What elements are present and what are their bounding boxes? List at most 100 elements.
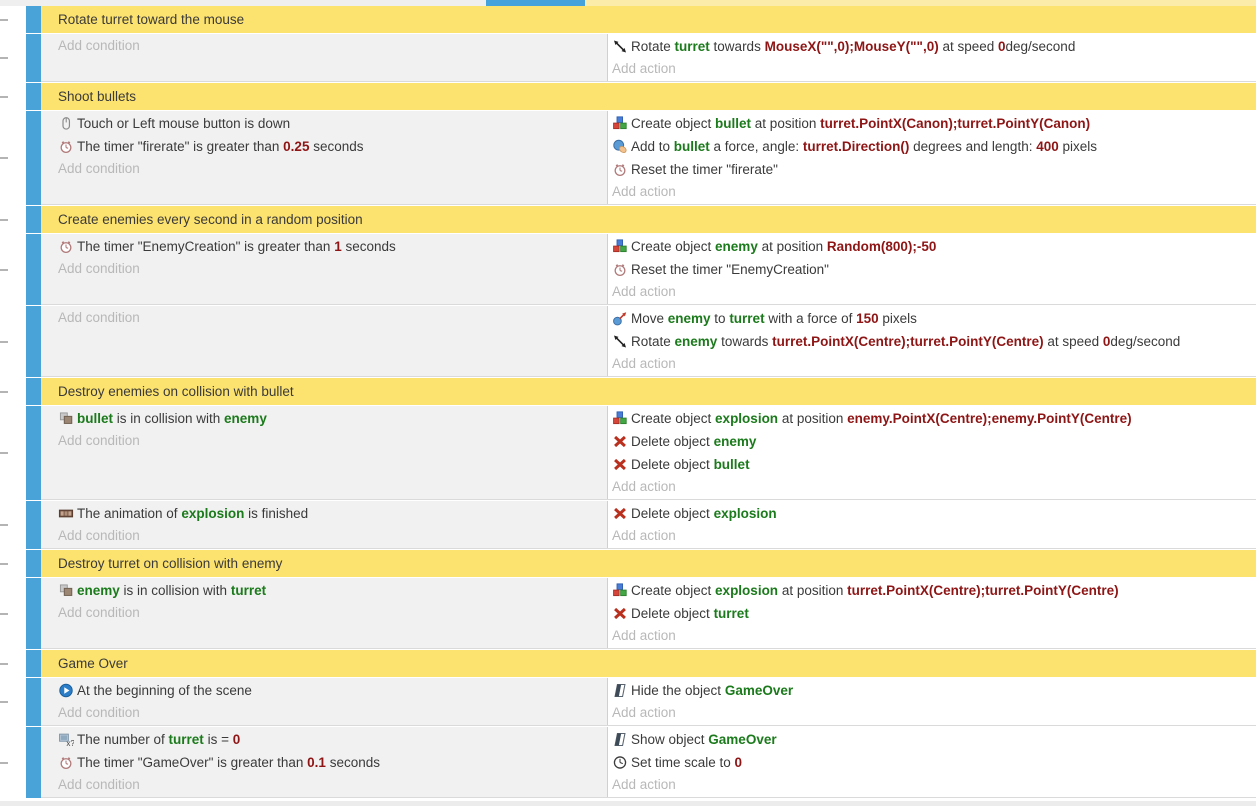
event-handle[interactable] xyxy=(0,306,26,377)
add-condition-button[interactable]: Add condition xyxy=(58,525,607,547)
add-action-button[interactable]: Add action xyxy=(612,525,1256,547)
action-line[interactable]: Add to bullet a force, angle: turret.Dir… xyxy=(612,135,1256,158)
event-handle[interactable] xyxy=(0,111,26,205)
event-selection-bar[interactable] xyxy=(26,378,41,405)
add-action-button[interactable]: Add action xyxy=(612,181,1256,203)
add-condition-button[interactable]: Add condition xyxy=(58,258,607,280)
event-selection-bar[interactable] xyxy=(26,650,41,677)
event-handle[interactable] xyxy=(0,206,26,233)
event-handle[interactable] xyxy=(0,501,26,549)
event-handle[interactable] xyxy=(0,550,26,577)
delete-icon xyxy=(612,457,629,472)
add-action-button[interactable]: Add action xyxy=(612,353,1256,375)
svg-text:x?: x? xyxy=(66,739,74,747)
event-handle[interactable] xyxy=(0,727,26,798)
actions-cell: Move enemy to turret with a force of 150… xyxy=(607,306,1256,376)
event-handle[interactable] xyxy=(0,378,26,405)
event-selection-bar[interactable] xyxy=(26,206,41,233)
event-handle[interactable] xyxy=(0,34,26,82)
condition-line[interactable]: The timer "GameOver" is greater than 0.1… xyxy=(58,751,607,774)
event-selection-bar[interactable] xyxy=(26,306,41,377)
event-selection-bar[interactable] xyxy=(26,501,41,549)
comment-text[interactable]: Destroy enemies on collision with bullet xyxy=(41,378,1256,405)
event-handle[interactable] xyxy=(0,406,26,500)
add-condition-button[interactable]: Add condition xyxy=(58,702,607,724)
instruction-text: towards xyxy=(717,334,772,349)
condition-line[interactable]: At the beginning of the scene xyxy=(58,679,607,702)
action-line[interactable]: Rotate turret towards MouseX("",0);Mouse… xyxy=(612,35,1256,58)
object-name: GameOver xyxy=(725,683,793,698)
action-line[interactable]: Delete object bullet xyxy=(612,453,1256,476)
comment-event: Destroy turret on collision with enemy xyxy=(0,550,1256,577)
action-line[interactable]: Hide the object GameOver xyxy=(612,679,1256,702)
action-text: Create object explosion at position turr… xyxy=(631,579,1119,602)
add-action-button[interactable]: Add action xyxy=(612,702,1256,724)
event-selection-bar[interactable] xyxy=(26,6,41,33)
event-handle[interactable] xyxy=(0,6,26,33)
action-line[interactable]: Create object bullet at position turret.… xyxy=(612,112,1256,135)
event-selection-bar[interactable] xyxy=(26,678,41,726)
rule-event: At the beginning of the sceneAdd conditi… xyxy=(0,678,1256,726)
rule-event: Add conditionMove enemy to turret with a… xyxy=(0,306,1256,377)
event-handle[interactable] xyxy=(0,578,26,649)
add-action-button[interactable]: Add action xyxy=(612,58,1256,80)
condition-line[interactable]: enemy is in collision with turret xyxy=(58,579,607,602)
instruction-text: is in collision with xyxy=(120,583,231,598)
action-line[interactable]: Set time scale to 0 xyxy=(612,751,1256,774)
condition-line[interactable]: bullet is in collision with enemy xyxy=(58,407,607,430)
add-force-icon xyxy=(612,139,629,154)
comment-text[interactable]: Create enemies every second in a random … xyxy=(41,206,1256,233)
event-selection-bar[interactable] xyxy=(26,550,41,577)
action-line[interactable]: Create object enemy at position Random(8… xyxy=(612,235,1256,258)
event-selection-bar[interactable] xyxy=(26,34,41,82)
event-selection-bar[interactable] xyxy=(26,727,41,798)
action-line[interactable]: Create object explosion at position turr… xyxy=(612,579,1256,602)
condition-line[interactable]: The timer "firerate" is greater than 0.2… xyxy=(58,135,607,158)
action-line[interactable]: Reset the timer "EnemyCreation" xyxy=(612,258,1256,281)
parameter-value: 0 xyxy=(735,755,743,770)
action-line[interactable]: Delete object turret xyxy=(612,602,1256,625)
object-name: explosion xyxy=(715,411,778,426)
add-action-button[interactable]: Add action xyxy=(612,476,1256,498)
instruction-text: Touch or Left mouse button is down xyxy=(77,116,290,131)
event-selection-bar[interactable] xyxy=(26,406,41,500)
create-object-icon xyxy=(612,583,629,598)
action-line[interactable]: Reset the timer "firerate" xyxy=(612,158,1256,181)
event-selection-bar[interactable] xyxy=(26,83,41,110)
comment-text[interactable]: Game Over xyxy=(41,650,1256,677)
condition-line[interactable]: Touch or Left mouse button is down xyxy=(58,112,607,135)
condition-line[interactable]: The animation of explosion is finished xyxy=(58,502,607,525)
instruction-text: towards xyxy=(710,39,765,54)
event-handle[interactable] xyxy=(0,83,26,110)
add-condition-button[interactable]: Add condition xyxy=(58,307,607,329)
add-condition-button[interactable]: Add condition xyxy=(58,774,607,796)
add-action-button[interactable]: Add action xyxy=(612,774,1256,796)
add-condition-button[interactable]: Add condition xyxy=(58,35,607,57)
event-selection-bar[interactable] xyxy=(26,234,41,305)
comment-text[interactable]: Rotate turret toward the mouse xyxy=(41,6,1256,33)
parameter-value: 1 xyxy=(334,239,342,254)
event-selection-bar[interactable] xyxy=(26,578,41,649)
event-selection-bar[interactable] xyxy=(26,111,41,205)
add-action-button[interactable]: Add action xyxy=(612,625,1256,647)
action-line[interactable]: Move enemy to turret with a force of 150… xyxy=(612,307,1256,330)
comment-text[interactable]: Destroy turret on collision with enemy xyxy=(41,550,1256,577)
bottom-scrollbar[interactable] xyxy=(0,801,1256,806)
event-handle[interactable] xyxy=(0,678,26,726)
condition-line[interactable]: x?The number of turret is = 0 xyxy=(58,728,607,751)
action-line[interactable]: Show object GameOver xyxy=(612,728,1256,751)
action-line[interactable]: Create object explosion at position enem… xyxy=(612,407,1256,430)
action-line[interactable]: Delete object enemy xyxy=(612,430,1256,453)
add-condition-button[interactable]: Add condition xyxy=(58,602,607,624)
add-condition-button[interactable]: Add condition xyxy=(58,158,607,180)
instruction-text: The timer "GameOver" is greater than xyxy=(77,755,307,770)
actions-cell: Create object enemy at position Random(8… xyxy=(607,234,1256,304)
add-condition-button[interactable]: Add condition xyxy=(58,430,607,452)
action-line[interactable]: Rotate enemy towards turret.PointX(Centr… xyxy=(612,330,1256,353)
action-line[interactable]: Delete object explosion xyxy=(612,502,1256,525)
comment-text[interactable]: Shoot bullets xyxy=(41,83,1256,110)
add-action-button[interactable]: Add action xyxy=(612,281,1256,303)
event-handle[interactable] xyxy=(0,234,26,305)
condition-line[interactable]: The timer "EnemyCreation" is greater tha… xyxy=(58,235,607,258)
event-handle[interactable] xyxy=(0,650,26,677)
